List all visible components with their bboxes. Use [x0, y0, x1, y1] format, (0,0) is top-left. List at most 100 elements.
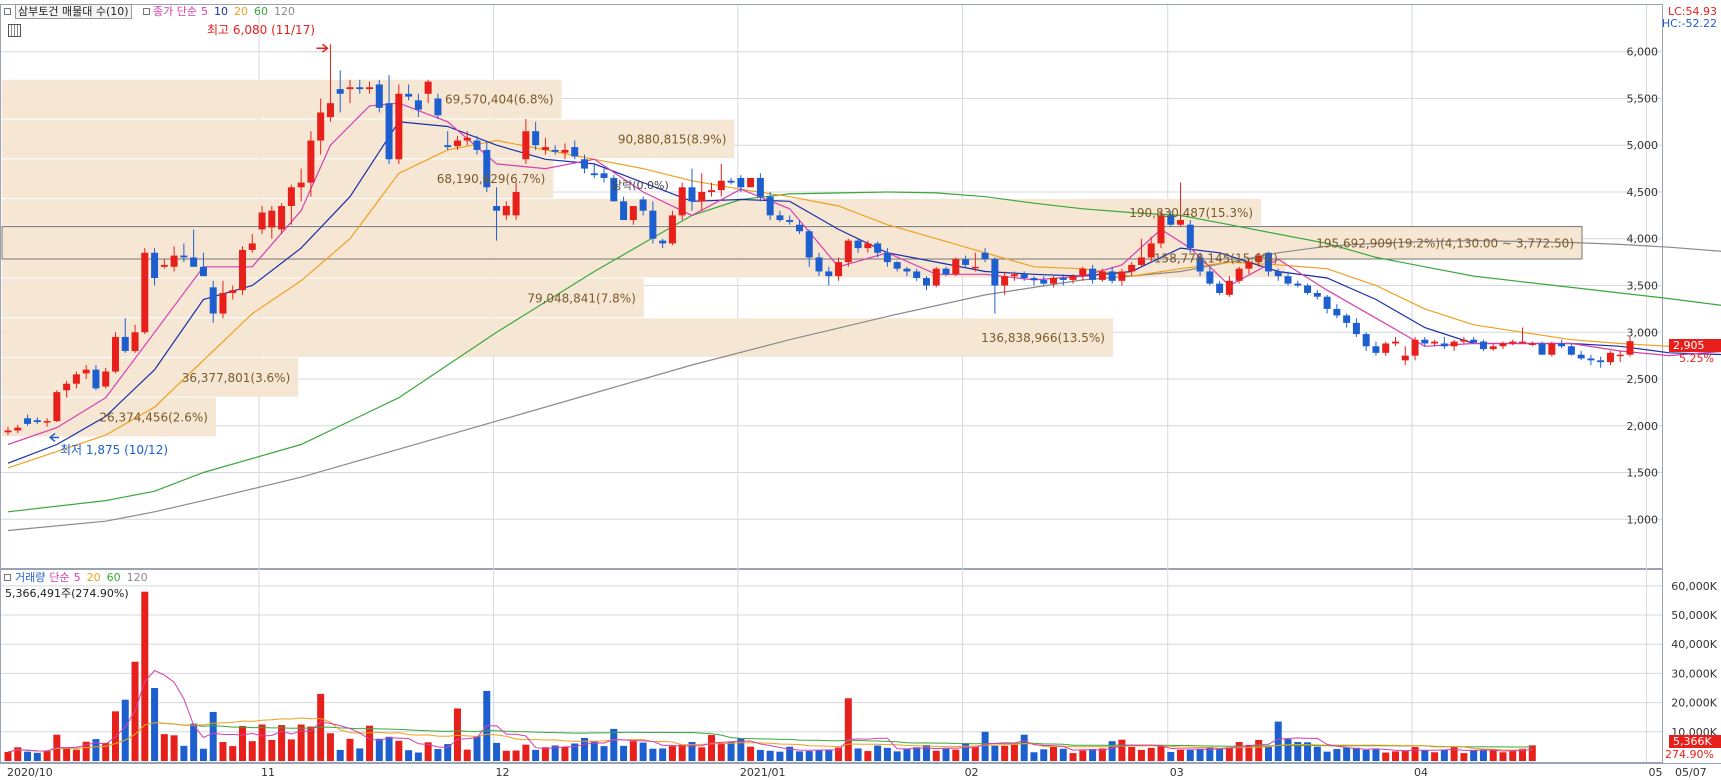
x-axis-label: 03: [1170, 766, 1184, 779]
volume-bar: [297, 724, 305, 761]
candle-body: [141, 252, 149, 333]
candle-body: [239, 249, 247, 291]
candle-body: [493, 206, 501, 211]
candle-body: [111, 336, 119, 372]
volume-bar: [659, 748, 667, 761]
volume-bar: [952, 749, 960, 761]
volume-bar: [541, 747, 549, 761]
candle-body: [825, 271, 833, 277]
volume-bar: [1235, 742, 1243, 761]
x-axis-labels: 2020/10 11 12 2021/01 02 03 04 05 05/07: [7, 766, 1707, 779]
candle-body: [24, 418, 32, 424]
volume-bar: [913, 747, 921, 761]
candle-body: [1069, 276, 1077, 280]
candle-body: [737, 177, 745, 188]
ma-toggle-icon[interactable]: [143, 8, 151, 15]
candle-body: [268, 210, 276, 228]
candle-body: [33, 420, 41, 423]
volume-profile-label: 136,838,966(13.5%): [981, 331, 1105, 345]
candle-body: [1001, 276, 1009, 286]
candle-body: [913, 271, 921, 279]
candle-body: [395, 93, 403, 160]
price-legend-title[interactable]: 삼부토건 매물대 수(10): [15, 4, 132, 19]
ma60-legend: 60: [254, 5, 269, 18]
candle-body: [1372, 346, 1380, 353]
candle-body: [190, 257, 198, 267]
candle-body: [1128, 264, 1136, 272]
candle-body: [258, 212, 266, 230]
chart-canvas[interactable]: 6,000 5,500 5,000 4,500 4,000 3,500 3,000 2,500…: [0, 0, 1721, 780]
candle-body: [1489, 346, 1497, 350]
volume-bar: [170, 735, 178, 761]
candle-body: [835, 262, 843, 277]
candle-body: [121, 336, 129, 351]
volume-ma5-line: [7, 669, 1533, 753]
volume-bar: [1509, 751, 1517, 761]
volume-bar: [63, 747, 71, 761]
x-axis-label: 2021/01: [740, 766, 786, 779]
volume-legend-title[interactable]: 거래량: [15, 571, 45, 584]
candle-body: [1411, 339, 1419, 356]
volume-bar: [922, 744, 930, 761]
candle-body: [1440, 343, 1448, 347]
volume-bar: [375, 738, 383, 761]
candle-body: [297, 182, 305, 188]
calendar-icon[interactable]: [8, 24, 21, 37]
volume-bar: [336, 749, 344, 761]
ma20-legend: 20: [234, 5, 249, 18]
price-tick-label: 2,000: [1627, 420, 1659, 433]
volume-bar: [932, 750, 940, 761]
volume-ma60-line: [7, 722, 1533, 753]
candle-body: [1626, 341, 1634, 355]
candle-body: [1274, 271, 1282, 277]
volume-bar: [805, 751, 813, 761]
volume-bar: [620, 745, 628, 761]
candle-body: [1304, 285, 1312, 293]
volume-bar: [708, 735, 716, 761]
volume-bar: [522, 744, 530, 761]
vol-ma120-legend: 120: [126, 571, 148, 584]
volume-bar: [795, 751, 803, 761]
price-tick-label: 4,000: [1627, 233, 1659, 246]
volume-bar: [356, 748, 364, 761]
candle-body: [4, 430, 12, 433]
candle-body: [932, 268, 940, 286]
volume-legend-toggle-icon[interactable]: [4, 574, 11, 581]
candle-body: [1606, 352, 1614, 363]
candle-body: [473, 140, 481, 150]
volume-bar: [4, 751, 12, 761]
candle-body: [1294, 283, 1302, 286]
volume-bar: [883, 747, 891, 761]
candle-body: [209, 287, 217, 314]
volume-bar: [668, 746, 676, 761]
legend-toggle-icon[interactable]: [4, 8, 11, 15]
candle-body: [424, 81, 432, 94]
volume-bar: [1333, 749, 1341, 761]
candle-body: [1030, 278, 1038, 280]
candle-body: [708, 190, 716, 192]
candle-body: [717, 180, 725, 191]
volume-bar: [1401, 750, 1409, 761]
candle-body: [287, 187, 295, 207]
candle-body: [326, 103, 334, 118]
candle-body: [1509, 341, 1517, 344]
candle-body: [1616, 354, 1624, 357]
ma5-legend: 5: [201, 5, 209, 18]
candle-body: [1391, 341, 1399, 344]
candle-body: [1333, 308, 1341, 316]
candle-body: [1020, 274, 1028, 279]
volume-profile-label: 195,692,909(19.2%)(4,130.00 ~ 3,772.50): [1316, 236, 1574, 250]
volume-bar: [991, 745, 999, 761]
volume-bar: [590, 740, 598, 761]
candle-body: [541, 147, 549, 150]
x-axis-label: 2020/10: [7, 766, 53, 779]
volume-bar: [903, 748, 911, 761]
volume-bar: [1001, 745, 1009, 761]
volume-bar: [151, 688, 159, 761]
candle-body: [1050, 278, 1058, 284]
price-tick-label: 3,500: [1627, 280, 1659, 293]
ma120-legend: 120: [274, 5, 296, 18]
candle-body: [1177, 220, 1185, 225]
candle-body: [620, 201, 628, 221]
vol-ma5-legend: 5: [73, 571, 81, 584]
